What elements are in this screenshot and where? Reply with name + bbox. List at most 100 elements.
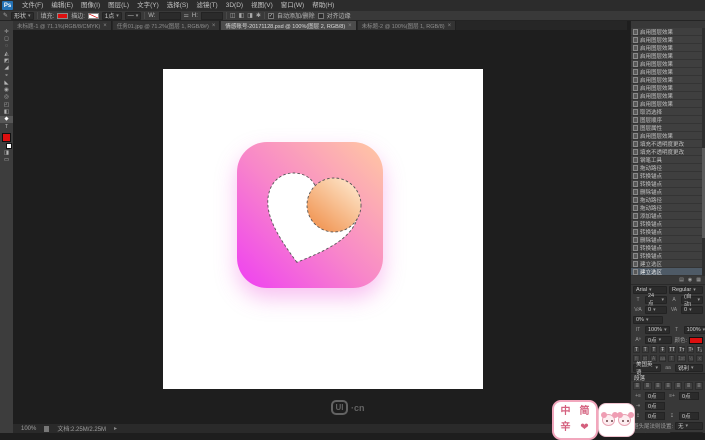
history-footer-icon[interactable]: ▦ bbox=[696, 277, 701, 283]
align-button[interactable]: ≡ bbox=[654, 382, 662, 390]
zoom-level[interactable]: 100% bbox=[21, 426, 36, 432]
screen-mode-icon[interactable]: ▭ bbox=[0, 156, 13, 163]
artboard[interactable] bbox=[163, 69, 483, 389]
heart-app-icon[interactable] bbox=[237, 142, 383, 288]
tool-button[interactable]: ◩ bbox=[0, 57, 13, 64]
history-state-icon bbox=[633, 261, 638, 267]
horizontal-scale-field[interactable]: 100% bbox=[684, 326, 705, 334]
tool-mode-select[interactable]: 形状 bbox=[11, 12, 34, 20]
space-before-field[interactable]: 0点 bbox=[645, 412, 665, 420]
document-tab[interactable]: 未标题-2 @ 100%(图层 1, RGB/8) × bbox=[358, 21, 456, 30]
menu-item[interactable]: 视图(V) bbox=[247, 0, 277, 11]
tab-close-icon[interactable]: × bbox=[348, 23, 352, 29]
space-after-field[interactable]: 0点 bbox=[679, 412, 699, 420]
tab-close-icon[interactable]: × bbox=[448, 23, 452, 29]
tool-button[interactable]: ◎ bbox=[0, 94, 13, 101]
indent-left-field[interactable]: 0点 bbox=[645, 392, 665, 400]
foreground-color-swatch[interactable] bbox=[2, 133, 11, 142]
tool-button[interactable]: ◒ bbox=[0, 72, 13, 79]
text-color-swatch[interactable] bbox=[689, 337, 703, 344]
menu-item[interactable]: 文字(Y) bbox=[133, 0, 163, 11]
tab-close-icon[interactable]: × bbox=[212, 23, 216, 29]
type-style-button[interactable]: T¹ bbox=[687, 346, 694, 353]
menu-item[interactable]: 选择(S) bbox=[163, 0, 193, 11]
type-style-button[interactable]: Tт bbox=[678, 346, 685, 353]
opentype-button[interactable]: x bbox=[696, 355, 703, 362]
tool-button[interactable]: ◰ bbox=[0, 101, 13, 108]
stroke-type-select[interactable]: — bbox=[125, 12, 142, 20]
type-style-button[interactable]: T₁ bbox=[696, 346, 703, 353]
history-footer-icon[interactable]: ▤ bbox=[679, 277, 684, 283]
type-style-button[interactable]: T bbox=[642, 346, 649, 353]
quick-mask-icon[interactable]: ◨ bbox=[0, 149, 13, 156]
tool-button[interactable]: ◣ bbox=[0, 79, 13, 86]
menu-item[interactable]: 图像(I) bbox=[77, 0, 104, 11]
link-dimensions-icon[interactable]: ⚌ bbox=[184, 12, 189, 19]
tracking-select[interactable]: 0 bbox=[681, 306, 703, 314]
history-footer-icon[interactable]: ◉ bbox=[688, 277, 692, 283]
align-button[interactable]: ≡ bbox=[695, 382, 703, 390]
menu-item[interactable]: 3D(D) bbox=[222, 0, 247, 11]
status-menu-arrow-icon[interactable]: ▸ bbox=[114, 425, 117, 432]
menu-item[interactable]: 文件(F) bbox=[18, 0, 47, 11]
type-style-button[interactable]: T bbox=[633, 346, 640, 353]
tool-button[interactable]: ◌ bbox=[0, 43, 13, 50]
kinsoku-select[interactable]: 无 bbox=[675, 422, 703, 430]
align-button[interactable]: ≡ bbox=[674, 382, 682, 390]
menu-item[interactable]: 图层(L) bbox=[104, 0, 133, 11]
language-select[interactable]: 美国英语 bbox=[633, 364, 661, 372]
tool-button[interactable]: ◧ bbox=[0, 108, 13, 115]
fill-color-swatch[interactable] bbox=[57, 13, 68, 19]
tool-button[interactable]: ✛ bbox=[0, 28, 13, 35]
align-button[interactable]: ≡ bbox=[684, 382, 692, 390]
tool-button[interactable]: ◉ bbox=[0, 86, 13, 93]
width-input[interactable] bbox=[159, 12, 181, 20]
tool-button[interactable]: ◻ bbox=[0, 35, 13, 42]
menu-item[interactable]: 帮助(H) bbox=[308, 0, 338, 11]
paragraph-panel-tab[interactable]: 段落 bbox=[631, 373, 705, 381]
type-style-button[interactable]: Ŧ bbox=[659, 346, 666, 353]
type-style-button[interactable]: T bbox=[651, 346, 658, 353]
leading-select[interactable]: (自动) bbox=[681, 296, 703, 304]
height-input[interactable] bbox=[201, 12, 223, 20]
font-size-select[interactable]: 24点 bbox=[645, 296, 667, 304]
tab-close-icon[interactable]: × bbox=[103, 23, 107, 29]
type-style-button[interactable]: TT bbox=[668, 346, 676, 353]
auto-add-delete-checkbox[interactable]: ✓ bbox=[268, 13, 274, 19]
path-alignment-icon[interactable]: ◧ bbox=[239, 12, 245, 19]
opentype-button[interactable]: T bbox=[668, 355, 675, 362]
tool-button[interactable]: ◆ bbox=[0, 116, 13, 123]
align-button[interactable]: ≡ bbox=[643, 382, 651, 390]
first-line-indent-field[interactable]: 0点 bbox=[645, 402, 665, 410]
tool-button[interactable]: T bbox=[0, 123, 13, 130]
baseline-shift-field[interactable]: 0点 bbox=[645, 336, 672, 344]
canvas-area[interactable]: UI ·cn bbox=[13, 30, 627, 424]
stroke-color-swatch[interactable] bbox=[88, 13, 99, 19]
tool-button[interactable]: ◢ bbox=[0, 64, 13, 71]
tool-button[interactable]: ◭ bbox=[0, 50, 13, 57]
proportional-spacing-select[interactable]: 0% bbox=[633, 316, 663, 324]
stroke-width-field[interactable]: 1点 bbox=[102, 12, 122, 20]
opentype-button[interactable]: 1st bbox=[677, 355, 686, 362]
align-edges-checkbox[interactable] bbox=[318, 13, 324, 19]
align-button[interactable]: ≡ bbox=[664, 382, 672, 390]
history-state-icon bbox=[633, 109, 638, 115]
indent-right-field[interactable]: 0点 bbox=[679, 392, 699, 400]
path-operations-icon[interactable]: ◫ bbox=[230, 12, 236, 19]
opentype-button[interactable]: aa bbox=[659, 355, 667, 362]
anti-alias-select[interactable]: 锐利 bbox=[675, 364, 703, 372]
document-tab[interactable]: 未标题-1 @ 71.1%(RGB/8/CMYK) × bbox=[13, 21, 112, 30]
history-state-label: 转换锚点 bbox=[640, 252, 662, 260]
menu-item[interactable]: 滤镜(T) bbox=[192, 0, 221, 11]
gear-icon[interactable]: ✱ bbox=[256, 12, 261, 19]
menu-item[interactable]: 编辑(E) bbox=[47, 0, 77, 11]
align-button[interactable]: ≡ bbox=[633, 382, 641, 390]
kerning-select[interactable]: 0 bbox=[645, 306, 667, 314]
document-tab[interactable]: 情感账号-20171128.psd @ 100%(图层 2, RGB/8) × bbox=[221, 21, 356, 30]
path-arrange-icon[interactable]: ◨ bbox=[247, 12, 253, 19]
opentype-button[interactable]: ½ bbox=[688, 355, 695, 362]
menu-item[interactable]: 窗口(W) bbox=[277, 0, 308, 11]
document-tab[interactable]: 任务01.jpg @ 71.2%(图层 1, RGB/8#) × bbox=[113, 21, 221, 30]
history-state-row[interactable]: 建立选区 bbox=[631, 268, 705, 276]
vertical-scale-field[interactable]: 100% bbox=[645, 326, 670, 334]
